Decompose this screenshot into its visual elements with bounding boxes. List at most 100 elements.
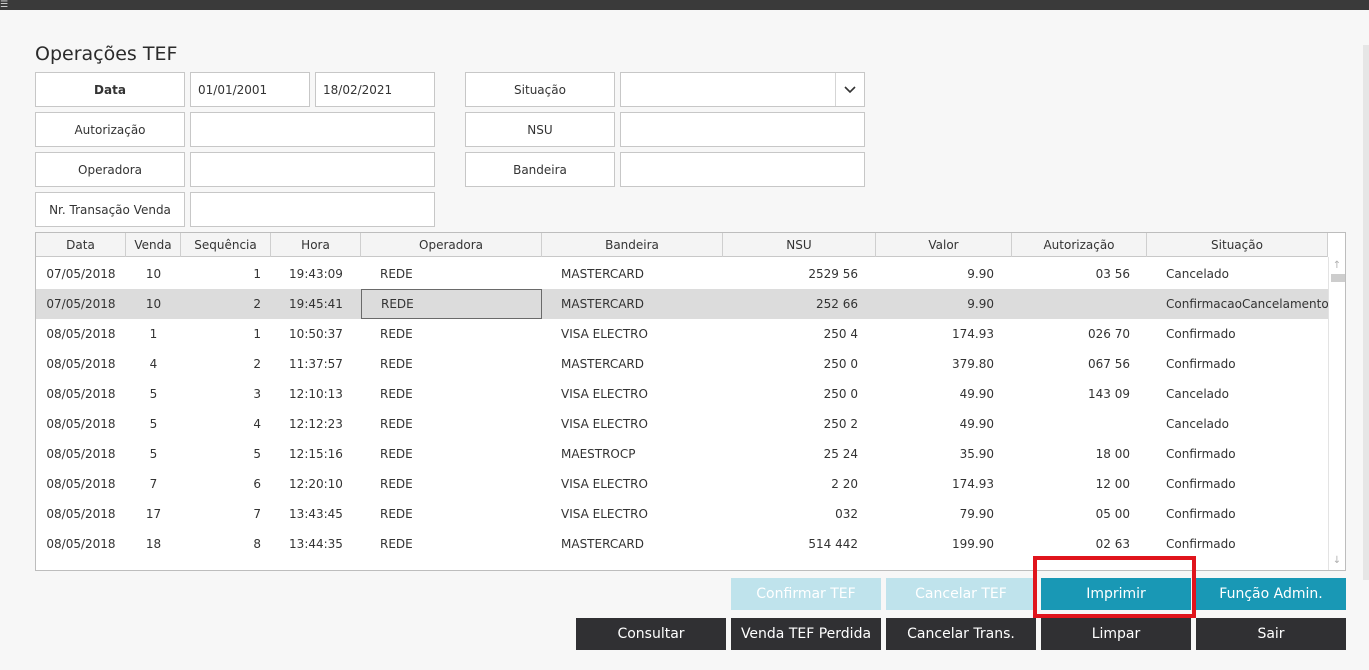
column-header-data[interactable]: Data	[36, 233, 126, 257]
cell-autorizacao[interactable]: 12 00	[1012, 469, 1130, 499]
cell-venda[interactable]: 1	[126, 319, 181, 349]
table-row[interactable]: 08/05/2018 5 4 12:12:23 REDE VISA ELECTRO 250 …	[36, 409, 1328, 439]
cell-bandeira[interactable]: VISA ELECTRO	[561, 499, 723, 529]
cell-data[interactable]: 08/05/2018	[36, 469, 126, 499]
cell-hora[interactable]: 12:10:13	[271, 379, 361, 409]
cell-venda[interactable]: 18	[126, 529, 181, 559]
cell-situacao[interactable]: Cancelado	[1166, 379, 1328, 409]
cell-nsu[interactable]: 25 24	[723, 439, 858, 469]
cell-data[interactable]: 07/05/2018	[36, 259, 126, 289]
cell-autorizacao[interactable]	[1012, 289, 1130, 319]
cell-valor[interactable]: 9.90	[876, 259, 994, 289]
cell-hora[interactable]: 19:43:09	[271, 259, 361, 289]
cell-sequencia[interactable]: 4	[181, 409, 261, 439]
cell-valor[interactable]: 379.80	[876, 349, 994, 379]
cell-bandeira[interactable]: MAESTROCP	[561, 439, 723, 469]
cell-nsu[interactable]: 250 2	[723, 409, 858, 439]
cell-operadora[interactable]: REDE	[361, 289, 542, 319]
column-header-nsu[interactable]: NSU	[723, 233, 876, 257]
cell-sequencia[interactable]: 8	[181, 529, 261, 559]
table-row[interactable]: 08/05/2018 1 1 10:50:37 REDE VISA ELECTRO 250 …	[36, 319, 1328, 349]
chevron-down-icon[interactable]	[835, 73, 864, 106]
cell-nsu[interactable]: 032	[723, 499, 858, 529]
cell-operadora[interactable]: REDE	[380, 319, 542, 349]
cell-valor[interactable]: 49.90	[876, 409, 994, 439]
cell-nsu[interactable]: 2529 56	[723, 259, 858, 289]
cell-sequencia[interactable]: 3	[181, 379, 261, 409]
cell-hora[interactable]: 12:20:10	[271, 469, 361, 499]
date-from-field[interactable]: 01/01/2001	[190, 72, 310, 107]
cell-venda[interactable]: 7	[126, 469, 181, 499]
table-row[interactable]: 07/05/2018 10 1 19:43:09 REDE MASTERCARD 2529 …	[36, 259, 1328, 289]
cell-bandeira[interactable]: MASTERCARD	[561, 349, 723, 379]
cell-hora[interactable]: 10:50:37	[271, 319, 361, 349]
cell-sequencia[interactable]: 7	[181, 499, 261, 529]
cell-situacao[interactable]: Confirmado	[1166, 499, 1328, 529]
cell-valor[interactable]: 49.90	[876, 379, 994, 409]
column-header-situacao[interactable]: Situação	[1147, 233, 1328, 257]
cell-venda[interactable]: 10	[126, 259, 181, 289]
cell-bandeira[interactable]: VISA ELECTRO	[561, 379, 723, 409]
cell-hora[interactable]: 13:43:45	[271, 499, 361, 529]
cell-operadora[interactable]: REDE	[380, 469, 542, 499]
sair-button[interactable]: Sair	[1196, 618, 1346, 650]
table-row[interactable]: 08/05/2018 5 5 12:15:16 REDE MAESTROCP 25 24 35…	[36, 439, 1328, 469]
limpar-button[interactable]: Limpar	[1041, 618, 1191, 650]
bandeira-field[interactable]	[620, 152, 865, 187]
window-menu-icon[interactable]: ☰	[0, 0, 10, 14]
column-header-venda[interactable]: Venda	[126, 233, 181, 257]
cell-venda[interactable]: 5	[126, 409, 181, 439]
cell-hora[interactable]: 12:12:23	[271, 409, 361, 439]
cell-autorizacao[interactable]: 143 09	[1012, 379, 1130, 409]
cell-sequencia[interactable]: 1	[181, 319, 261, 349]
cell-venda[interactable]: 5	[126, 439, 181, 469]
cell-hora[interactable]: 12:15:16	[271, 439, 361, 469]
cell-hora[interactable]: 11:37:57	[271, 349, 361, 379]
cell-data[interactable]: 07/05/2018	[36, 289, 126, 319]
cell-venda[interactable]: 10	[126, 289, 181, 319]
cell-data[interactable]: 08/05/2018	[36, 409, 126, 439]
nsu-field[interactable]	[620, 112, 865, 147]
venda-tef-perdida-button[interactable]: Venda TEF Perdida	[731, 618, 881, 650]
cell-bandeira[interactable]: VISA ELECTRO	[561, 409, 723, 439]
cell-autorizacao[interactable]: 067 56	[1012, 349, 1130, 379]
cell-nsu[interactable]: 250 4	[723, 319, 858, 349]
cell-nsu[interactable]: 250 0	[723, 379, 858, 409]
cell-situacao[interactable]: ConfirmacaoCancelamento	[1166, 289, 1328, 319]
cell-venda[interactable]: 17	[126, 499, 181, 529]
cell-nsu[interactable]: 250 0	[723, 349, 858, 379]
cell-sequencia[interactable]: 2	[181, 349, 261, 379]
date-to-field[interactable]: 18/02/2021	[315, 72, 435, 107]
cell-sequencia[interactable]: 2	[181, 289, 261, 319]
scroll-thumb[interactable]	[1331, 274, 1345, 282]
cell-nsu[interactable]: 252 66	[723, 289, 858, 319]
cell-data[interactable]: 08/05/2018	[36, 319, 126, 349]
cell-bandeira[interactable]: VISA ELECTRO	[561, 319, 723, 349]
cell-bandeira[interactable]: MASTERCARD	[561, 259, 723, 289]
cell-bandeira[interactable]: MASTERCARD	[561, 289, 723, 319]
cell-nsu[interactable]: 514 442	[723, 529, 858, 559]
cell-operadora[interactable]: REDE	[380, 259, 542, 289]
table-row[interactable]: 08/05/2018 7 6 12:20:10 REDE VISA ELECTRO 2 20…	[36, 469, 1328, 499]
page-scrollbar[interactable]	[1363, 45, 1369, 580]
table-row[interactable]: 08/05/2018 18 8 13:44:35 REDE MASTERCARD 514 4…	[36, 529, 1328, 559]
column-header-bandeira[interactable]: Bandeira	[542, 233, 723, 257]
cell-operadora[interactable]: REDE	[380, 499, 542, 529]
cancelar-trans-button[interactable]: Cancelar Trans.	[886, 618, 1036, 650]
operadora-field[interactable]	[190, 152, 435, 187]
autorizacao-field[interactable]	[190, 112, 435, 147]
funcao-admin-button[interactable]: Função Admin.	[1196, 578, 1346, 610]
cell-autorizacao[interactable]: 18 00	[1012, 439, 1130, 469]
table-row[interactable]: 07/05/2018 10 2 19:45:41 REDE MASTERCARD 252 6…	[36, 289, 1328, 319]
cell-autorizacao[interactable]: 02 63	[1012, 529, 1130, 559]
nr-transacao-field[interactable]	[190, 192, 435, 227]
cell-venda[interactable]: 5	[126, 379, 181, 409]
cell-valor[interactable]: 79.90	[876, 499, 994, 529]
cell-sequencia[interactable]: 1	[181, 259, 261, 289]
grid-scrollbar[interactable]: ↑ ↓	[1328, 257, 1345, 570]
table-row[interactable]: 08/05/2018 4 2 11:37:57 REDE MASTERCARD 250 0 3…	[36, 349, 1328, 379]
arrow-down-icon[interactable]: ↓	[1329, 554, 1345, 568]
cell-situacao[interactable]: Confirmado	[1166, 529, 1328, 559]
cell-operadora[interactable]: REDE	[380, 439, 542, 469]
cell-operadora[interactable]: REDE	[380, 409, 542, 439]
